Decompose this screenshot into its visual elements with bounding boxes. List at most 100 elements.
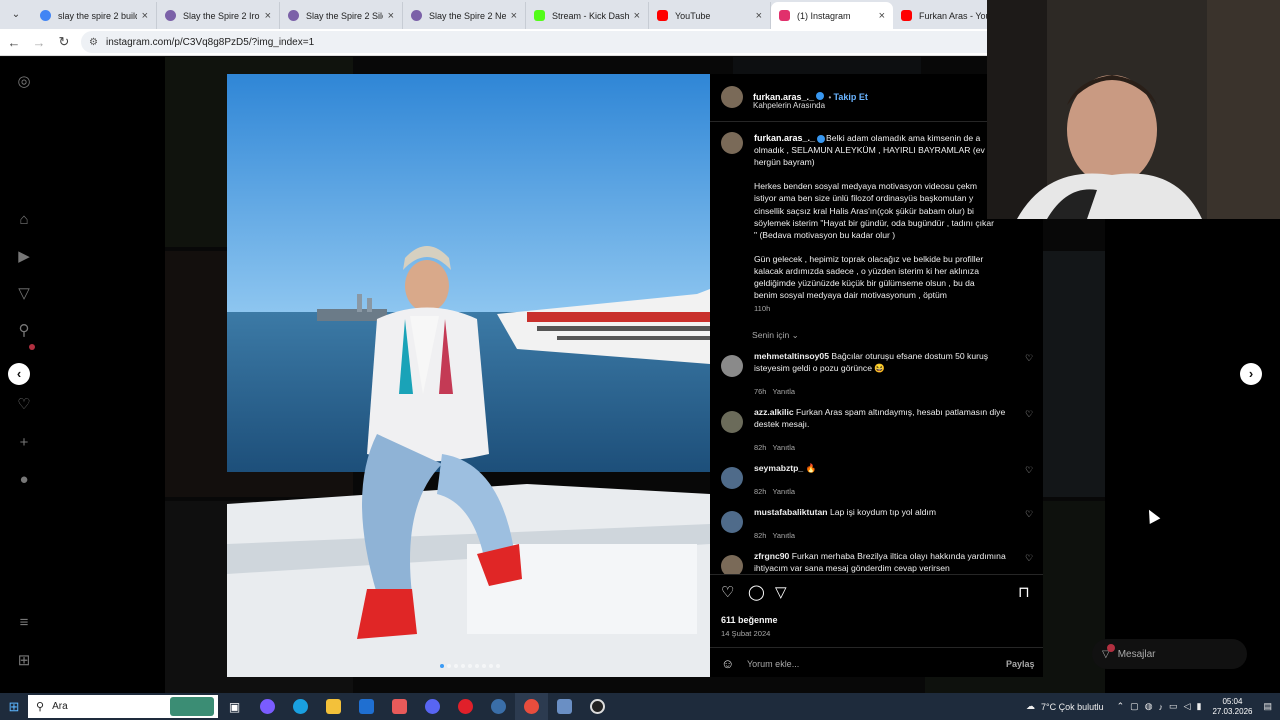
microphone-icon[interactable]: ♪ bbox=[1159, 702, 1164, 712]
create-icon[interactable]: + bbox=[14, 433, 34, 453]
avatar[interactable] bbox=[721, 467, 743, 489]
heart-icon[interactable]: ♡ bbox=[1025, 353, 1033, 364]
app-icon[interactable] bbox=[548, 693, 581, 720]
chevron-up-icon[interactable]: ⌃ bbox=[1117, 701, 1125, 712]
avatar[interactable] bbox=[721, 511, 743, 533]
mail-icon[interactable] bbox=[350, 693, 383, 720]
store-icon[interactable] bbox=[383, 693, 416, 720]
comment-username[interactable]: azz.alkilic bbox=[754, 407, 794, 417]
copilot-icon[interactable] bbox=[251, 693, 284, 720]
obs-icon[interactable] bbox=[581, 693, 614, 720]
likes-count[interactable]: 611 beğenme bbox=[721, 615, 778, 625]
post-image[interactable]: › bbox=[227, 74, 710, 677]
comment-body: Furkan merhaba Brezilya iltica olayı hak… bbox=[754, 551, 1006, 573]
tab-search-button[interactable]: ⌄ bbox=[6, 5, 26, 25]
comment-text: azz.alkilic Furkan Aras spam altındaymış… bbox=[754, 406, 1009, 430]
volume-icon[interactable]: ◁ bbox=[1184, 701, 1191, 712]
comment-username[interactable]: mustafabaliktutan bbox=[754, 507, 828, 517]
browser-tab[interactable]: Slay the Spire 2 Necr × bbox=[403, 2, 526, 29]
browser-tab[interactable]: YouTube × bbox=[649, 2, 771, 29]
close-icon[interactable]: × bbox=[879, 10, 885, 22]
back-icon[interactable]: ← bbox=[3, 35, 25, 50]
browser-tab[interactable]: Slay the Spire 2 Silen× bbox=[280, 2, 403, 29]
browser-tab[interactable]: Stream - Kick Dashbo× bbox=[526, 2, 649, 29]
notifications-icon[interactable]: ▤ bbox=[1263, 701, 1272, 712]
reply-button[interactable]: Yanıtla bbox=[773, 443, 795, 452]
comment-list[interactable]: mehmetaltinsoy05 Bağcılar oturuşu efsane… bbox=[710, 338, 1043, 574]
heart-icon[interactable]: ♡ bbox=[1025, 553, 1033, 564]
forward-icon[interactable]: → bbox=[28, 35, 50, 50]
previous-post-arrow[interactable]: ‹ bbox=[8, 363, 30, 385]
avatar[interactable] bbox=[721, 411, 743, 433]
explore-icon[interactable]: ▽ bbox=[14, 284, 34, 304]
reload-icon[interactable]: ↻ bbox=[53, 34, 75, 50]
windows-start-icon[interactable]: ⊞ bbox=[0, 699, 28, 715]
avatar[interactable] bbox=[721, 555, 743, 574]
close-icon[interactable]: × bbox=[388, 10, 394, 22]
network-icon[interactable]: ▭ bbox=[1169, 701, 1178, 712]
home-icon[interactable]: ⌂ bbox=[14, 210, 34, 230]
comment-meta: 82h Yanıtla bbox=[754, 531, 795, 540]
opera-icon[interactable] bbox=[449, 693, 482, 720]
browser-tab[interactable]: slay the spire 2 build × bbox=[32, 2, 157, 29]
close-icon[interactable]: × bbox=[756, 10, 762, 22]
share-icon[interactable]: ▽ bbox=[775, 583, 787, 601]
webcam-feed bbox=[987, 0, 1280, 219]
taskbar-search[interactable]: ⚲ Ara bbox=[28, 695, 218, 718]
post-comment-button[interactable]: Paylaş bbox=[1006, 659, 1035, 669]
edge-icon[interactable] bbox=[284, 693, 317, 720]
reply-button[interactable]: Yanıtla bbox=[773, 487, 795, 496]
comment-input[interactable]: Yorum ekle... bbox=[747, 659, 799, 669]
more-apps-icon[interactable]: ⊞ bbox=[14, 651, 34, 671]
avatar[interactable] bbox=[721, 132, 743, 154]
comment-username[interactable]: seymabztp_ bbox=[754, 463, 803, 473]
battery-icon[interactable]: ▮ bbox=[1196, 701, 1201, 712]
close-icon[interactable]: × bbox=[511, 10, 517, 22]
avatar[interactable] bbox=[721, 355, 743, 377]
close-icon[interactable]: × bbox=[265, 10, 271, 22]
heart-icon[interactable]: ♡ bbox=[1025, 409, 1033, 420]
weather-text[interactable]: 7°C Çok bulutlu bbox=[1041, 702, 1104, 712]
comment-icon[interactable]: ◯ bbox=[748, 583, 765, 601]
steam-icon[interactable] bbox=[482, 693, 515, 720]
instagram-logo-icon[interactable]: ◎ bbox=[14, 72, 34, 92]
weather-icon[interactable]: ☁ bbox=[1026, 701, 1035, 712]
close-icon[interactable]: × bbox=[634, 10, 640, 22]
follow-button[interactable]: Takip Et bbox=[834, 92, 868, 102]
search-icon[interactable]: ⚲ bbox=[14, 321, 34, 341]
site-icon bbox=[288, 10, 299, 21]
comment-username[interactable]: zfrgnc90 bbox=[754, 551, 789, 561]
site-info-icon[interactable]: ⚙ bbox=[89, 37, 98, 48]
avatar[interactable] bbox=[721, 86, 743, 108]
instagram-icon bbox=[779, 10, 790, 21]
clock[interactable]: 05:04 27.03.2026 bbox=[1212, 697, 1252, 717]
discord-icon[interactable] bbox=[416, 693, 449, 720]
tray-app-icon[interactable]: ◍ bbox=[1145, 701, 1153, 712]
emoji-icon[interactable]: ☺ bbox=[721, 656, 734, 671]
heart-icon[interactable]: ♡ bbox=[14, 395, 34, 415]
browser-tab[interactable]: Slay the Spire 2 Ironc× bbox=[157, 2, 280, 29]
post-location[interactable]: Kahpelerin Arasında bbox=[753, 101, 825, 110]
comment-username[interactable]: mehmetaltinsoy05 bbox=[754, 351, 829, 361]
kick-icon bbox=[534, 10, 545, 21]
like-icon[interactable]: ♡ bbox=[721, 583, 734, 601]
menu-icon[interactable]: ≡ bbox=[14, 613, 34, 633]
browser-tab-active[interactable]: (1) Instagram × bbox=[771, 2, 893, 29]
reply-button[interactable]: Yanıtla bbox=[773, 387, 795, 396]
search-highlight-image bbox=[170, 697, 214, 716]
bookmark-icon[interactable]: ⊓ bbox=[1018, 583, 1030, 601]
messages-button[interactable]: ▽ Mesajlar bbox=[1092, 639, 1247, 669]
close-icon[interactable]: × bbox=[142, 10, 148, 22]
site-icon bbox=[411, 10, 422, 21]
heart-icon[interactable]: ♡ bbox=[1025, 465, 1033, 476]
heart-icon[interactable]: ♡ bbox=[1025, 509, 1033, 520]
next-post-arrow[interactable]: › bbox=[1240, 363, 1262, 385]
reels-icon[interactable]: ▶ bbox=[14, 247, 34, 267]
file-explorer-icon[interactable] bbox=[317, 693, 350, 720]
taskbar-search-label: Ara bbox=[52, 701, 68, 712]
chrome-icon[interactable] bbox=[515, 693, 548, 720]
profile-icon[interactable]: ● bbox=[14, 470, 34, 490]
reply-button[interactable]: Yanıtla bbox=[773, 531, 795, 540]
tray-app-icon[interactable]: ▢ bbox=[1130, 701, 1139, 712]
task-view-icon[interactable]: ▣ bbox=[218, 693, 251, 720]
